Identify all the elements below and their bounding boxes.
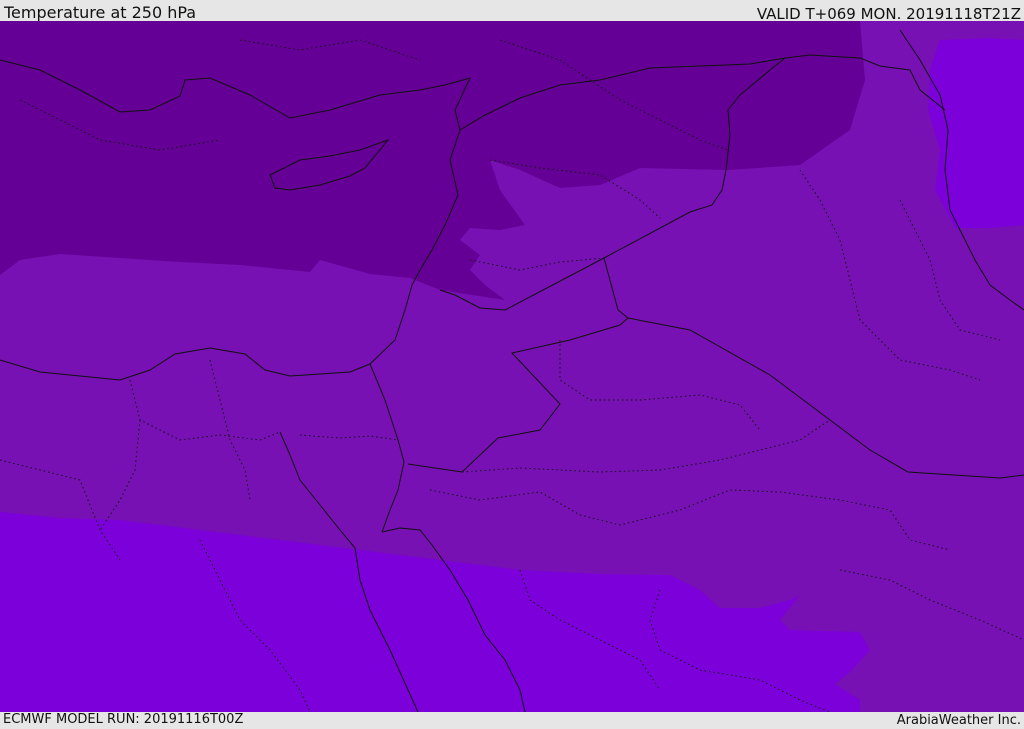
header-bar: Temperature at 250 hPa VALID T+069 MON. … [0,0,1024,23]
map-canvas [0,21,1024,712]
map-title: Temperature at 250 hPa [4,3,197,22]
model-run-label: ECMWF MODEL RUN: 20191116T00Z [3,712,244,727]
credit-label: ArabiaWeather Inc. [896,713,1021,728]
band-warm-northeast [928,38,1024,228]
footer-bar: ECMWF MODEL RUN: 20191116T00Z ArabiaWeat… [0,712,1024,729]
temperature-map[interactable] [0,21,1024,712]
